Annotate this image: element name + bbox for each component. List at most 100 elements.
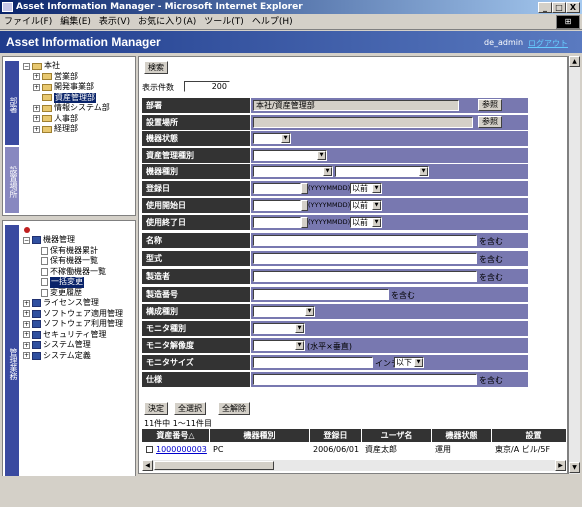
- tree-item[interactable]: + 経理部: [23, 124, 110, 135]
- resolution-select[interactable]: ▼: [253, 340, 305, 351]
- end-date-input[interactable]: [253, 217, 301, 228]
- dropdown-arrow-icon[interactable]: ▼: [281, 134, 290, 143]
- start-range-select[interactable]: 以前 ▼: [350, 200, 382, 211]
- expand-icon[interactable]: +: [33, 125, 40, 133]
- tree-label[interactable]: 保有機器一覧: [50, 256, 98, 267]
- tree-label[interactable]: 営業部: [54, 72, 78, 83]
- menu-file[interactable]: ファイル(F): [0, 14, 56, 30]
- tab-department[interactable]: 部署: [5, 61, 19, 145]
- end-range-select[interactable]: 以前 ▼: [350, 217, 382, 228]
- dropdown-arrow-icon[interactable]: ▼: [317, 151, 326, 160]
- tab-location[interactable]: 設置場所: [5, 147, 19, 213]
- tree-label[interactable]: 本社: [44, 61, 60, 72]
- vertical-scrollbar[interactable]: ▲ ▼: [568, 56, 580, 474]
- expand-icon[interactable]: +: [23, 310, 30, 318]
- maker-input[interactable]: [253, 271, 477, 282]
- tree-label[interactable]: 経理部: [54, 124, 78, 135]
- tree-label[interactable]: ソフトウェア利用管理: [43, 319, 123, 330]
- tree-item[interactable]: + セキュリティ管理: [23, 330, 123, 341]
- minimize-button[interactable]: _: [538, 2, 552, 13]
- tree-item[interactable]: + ソフトウェア適用管理: [23, 309, 123, 320]
- dropdown-arrow-icon[interactable]: ▼: [295, 324, 304, 333]
- expand-icon[interactable]: +: [23, 320, 30, 328]
- tree-label[interactable]: 一括変更: [50, 277, 84, 288]
- tree-label[interactable]: 機器管理: [43, 235, 75, 246]
- tree-item[interactable]: + 人事部: [23, 114, 110, 125]
- column-header[interactable]: 登録日: [310, 429, 362, 442]
- dropdown-arrow-icon[interactable]: ▼: [414, 358, 423, 367]
- menu-tools[interactable]: ツール(T): [200, 14, 248, 30]
- mgmt-select[interactable]: ▼: [253, 150, 327, 161]
- menu-view[interactable]: 表示(V): [95, 14, 134, 30]
- tree-label[interactable]: 保有機器累計: [50, 246, 98, 257]
- scroll-up-icon[interactable]: ▲: [569, 56, 580, 67]
- dropdown-arrow-icon[interactable]: ▼: [295, 341, 304, 350]
- tree-label[interactable]: 変更履歴: [50, 288, 82, 299]
- tree-label[interactable]: 不稼働機器一覧: [50, 267, 106, 278]
- deselect-all-button[interactable]: 全解除: [218, 402, 250, 415]
- expand-icon[interactable]: +: [23, 331, 30, 339]
- dropdown-arrow-icon[interactable]: ▼: [305, 307, 314, 316]
- reg-date-input[interactable]: [253, 183, 301, 194]
- tree-item[interactable]: + ライセンス管理: [23, 298, 123, 309]
- tree-label[interactable]: ソフトウェア適用管理: [43, 309, 123, 320]
- tree-item[interactable]: + 情報システム部: [23, 103, 110, 114]
- column-header[interactable]: 資産番号△: [142, 429, 210, 442]
- tree-label[interactable]: システム定義: [43, 351, 91, 362]
- calendar-button[interactable]: [301, 217, 308, 228]
- spec-input[interactable]: [253, 374, 477, 385]
- tree-label[interactable]: セキュリティ管理: [43, 330, 107, 341]
- select-all-button[interactable]: 全選択: [174, 402, 206, 415]
- dropdown-arrow-icon[interactable]: ▼: [372, 218, 381, 227]
- row-checkbox[interactable]: [146, 446, 153, 453]
- browse-location-button[interactable]: 参照: [478, 116, 502, 128]
- tree-item[interactable]: + 営業部: [23, 72, 110, 83]
- size-range-select[interactable]: 以下 ▼: [394, 357, 424, 368]
- scroll-right-icon[interactable]: ▶: [555, 460, 566, 471]
- tree-item[interactable]: 保有機器一覧: [23, 256, 123, 267]
- count-input[interactable]: 200: [184, 81, 230, 92]
- dropdown-arrow-icon[interactable]: ▼: [323, 167, 332, 176]
- type-select[interactable]: ▼: [253, 166, 333, 177]
- tree-label[interactable]: ライセンス管理: [43, 298, 99, 309]
- column-header[interactable]: ユーザ名: [362, 429, 432, 442]
- scroll-thumb[interactable]: [154, 461, 274, 470]
- logout-link[interactable]: ログアウト: [528, 38, 568, 49]
- scroll-left-icon[interactable]: ◀: [142, 460, 153, 471]
- menu-help[interactable]: ヘルプ(H): [248, 14, 297, 30]
- expand-icon[interactable]: +: [33, 83, 40, 91]
- tree-item[interactable]: 変更履歴: [23, 288, 123, 299]
- maximize-button[interactable]: □: [552, 2, 566, 13]
- tree-item[interactable]: + 開発事業部: [23, 82, 110, 93]
- expand-icon[interactable]: +: [23, 352, 30, 360]
- dropdown-arrow-icon[interactable]: ▼: [372, 184, 381, 193]
- expand-icon[interactable]: +: [33, 104, 40, 112]
- menu-favorites[interactable]: お気に入り(A): [134, 14, 200, 30]
- dropdown-arrow-icon[interactable]: ▼: [372, 201, 381, 210]
- collapse-icon[interactable]: −: [23, 236, 30, 244]
- expand-icon[interactable]: +: [33, 73, 40, 81]
- tab-management[interactable]: 管理業務: [5, 225, 19, 499]
- tree-label[interactable]: 資産管理部: [54, 92, 96, 103]
- expand-icon[interactable]: +: [23, 341, 30, 349]
- tree-item[interactable]: − 本社: [23, 61, 110, 72]
- column-header[interactable]: 機器種別: [210, 429, 310, 442]
- expand-icon[interactable]: +: [33, 115, 40, 123]
- name-input[interactable]: [253, 235, 477, 246]
- monitor-type-select[interactable]: ▼: [253, 323, 305, 334]
- reg-range-select[interactable]: 以前 ▼: [350, 183, 382, 194]
- menu-edit[interactable]: 編集(E): [56, 14, 95, 30]
- search-button[interactable]: 検索: [144, 61, 168, 74]
- decide-button[interactable]: 決定: [144, 402, 168, 415]
- tree-item[interactable]: + システム管理: [23, 340, 123, 351]
- model-input[interactable]: [253, 253, 477, 264]
- dept-input[interactable]: 本社/資産管理部: [253, 100, 459, 111]
- collapse-icon[interactable]: −: [23, 62, 30, 70]
- calendar-button[interactable]: [301, 183, 308, 194]
- expand-icon[interactable]: +: [23, 299, 30, 307]
- tree-label[interactable]: 人事部: [54, 114, 78, 125]
- subtype-select[interactable]: ▼: [335, 166, 429, 177]
- serial-input[interactable]: [253, 289, 389, 300]
- tree-item[interactable]: 資産管理部: [23, 92, 110, 103]
- tree-item[interactable]: 不稼働機器一覧: [23, 267, 123, 278]
